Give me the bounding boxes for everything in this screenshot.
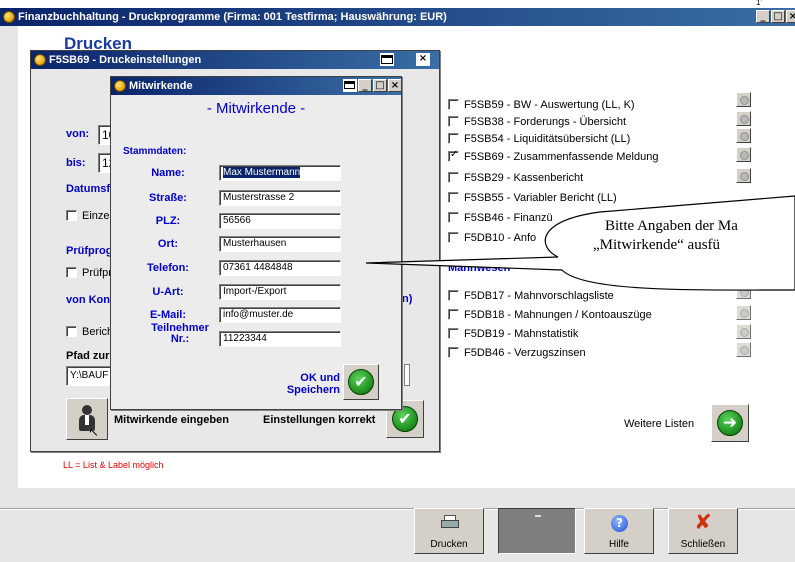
selected-text: Max Mustermann	[223, 167, 301, 178]
settings-dialog-title: F5SB69 - Druckeinstellungen	[49, 54, 202, 66]
settings-close-button[interactable]: ×	[416, 53, 430, 66]
ok-speichern-button[interactable]: ✔	[343, 364, 379, 400]
app-icon	[3, 11, 15, 23]
callout-line-2: „Mitwirkende“ ausfü	[593, 237, 721, 253]
app-icon	[114, 80, 126, 92]
printer-icon	[381, 55, 393, 64]
einzel-label: Einzel	[82, 210, 112, 222]
stammdaten-label: Stammdaten:	[123, 146, 187, 157]
report-item[interactable]: F5SB69 - Zusammenfassende Meldung	[448, 149, 659, 163]
datum-format-label: Datumsf	[66, 183, 111, 195]
field-label: U-Art:	[152, 286, 184, 298]
drucken-button[interactable]: Drucken	[414, 508, 484, 554]
bis-label: bis:	[66, 157, 86, 169]
report-checkbox[interactable]	[448, 116, 459, 127]
von-label: von:	[66, 128, 90, 140]
hilfe-label: Hilfe	[608, 539, 629, 550]
arrow-right-icon: ➜	[717, 410, 743, 436]
von-kon-label: von Kon	[66, 294, 110, 306]
report-checkbox[interactable]	[448, 99, 459, 110]
schliessen-label: Schließen	[680, 539, 726, 550]
field-label: E-Mail:	[149, 309, 187, 321]
field-label: Telefon:	[147, 262, 189, 274]
help-icon: ?	[611, 515, 628, 532]
report-label: F5SB38 - Forderungs - Übersicht	[464, 116, 627, 128]
main-window-title: Finanzbuchhaltung - Druckprogramme (Firm…	[18, 11, 447, 23]
schliessen-button[interactable]: ✘ Schließen	[668, 508, 738, 554]
close-button[interactable]: ×	[786, 10, 795, 23]
callout-bubble	[365, 195, 795, 291]
legend-text: LL = List & Label möglich	[63, 460, 164, 470]
report-settings-button[interactable]	[736, 147, 751, 162]
pfad-label: Pfad zur	[66, 350, 110, 362]
mahn-checkbox[interactable]	[448, 347, 459, 358]
blank-toolbar-button[interactable]	[498, 508, 576, 554]
bericht-checkbox[interactable]	[66, 326, 77, 337]
report-label: F5SB54 - Liquiditätsübersicht (LL)	[464, 133, 631, 145]
settings-dialog-title-bar: F5SB69 - Druckeinstellungen	[31, 51, 439, 69]
mouse-cursor-icon: ↖	[88, 425, 99, 440]
bericht-label: Berich	[82, 326, 114, 338]
field-label: Ort:	[157, 238, 179, 250]
report-item[interactable]: F5SB54 - Liquiditätsübersicht (LL)	[448, 133, 630, 145]
close-icon: ✘	[694, 510, 712, 534]
mitwirkende-title-bar: Mitwirkende _ □ ×	[111, 77, 401, 95]
mitwirkende-heading: - Mitwirkende -	[206, 100, 306, 117]
main-title-bar: Finanzbuchhaltung - Druckprogramme (Firm…	[0, 8, 795, 26]
pruefpr-label: Prüfpr	[82, 267, 112, 279]
report-label: F5SB59 - BW - Auswertung (LL, K)	[464, 99, 635, 111]
mitwirkende-dialog-title: Mitwirkende	[129, 80, 193, 92]
maximize-button[interactable]: □	[771, 10, 785, 23]
einzel-option[interactable]: Einzel	[66, 210, 112, 222]
field-label: Name:	[151, 167, 185, 179]
pfad-input[interactable]: Y:\BAUF	[66, 366, 114, 386]
drucken-label: Drucken	[430, 539, 468, 550]
pruefprog-label: Prüfprog	[66, 245, 113, 257]
callout-text: Bitte Angaben der Ma „Mitwirkende“ ausfü	[593, 217, 738, 255]
mitwirkende-minimize-button[interactable]: _	[358, 79, 372, 92]
checkmark-icon: ✔	[348, 369, 374, 395]
report-item[interactable]: F5SB59 - BW - Auswertung (LL, K)	[448, 99, 635, 111]
settings-print-button[interactable]	[380, 53, 394, 66]
report-label: F5SB69 - Zusammenfassende Meldung	[464, 151, 659, 163]
bericht-option[interactable]: Berich	[66, 326, 113, 338]
mitwirkende-close-button[interactable]: ×	[388, 79, 401, 92]
field-label: Teilnehmer Nr.:	[151, 322, 209, 345]
hilfe-button[interactable]: ? Hilfe	[584, 508, 654, 554]
field-label: PLZ:	[155, 215, 181, 227]
einzel-checkbox[interactable]	[66, 210, 77, 221]
blank-icon	[535, 515, 541, 517]
callout-line-1: Bitte Angaben der Ma	[605, 218, 738, 234]
report-settings-button[interactable]	[736, 111, 751, 126]
printer-icon	[441, 515, 459, 529]
field-input[interactable]: 11223344	[219, 331, 341, 347]
pruefpr-option[interactable]: Prüfpr	[66, 267, 112, 279]
weitere-listen-button[interactable]: ➜	[711, 404, 749, 442]
report-settings-button[interactable]	[736, 128, 751, 143]
mahn-settings-button[interactable]	[736, 342, 751, 357]
report-settings-button[interactable]	[736, 92, 751, 107]
mitwirkende-maximize-button[interactable]: □	[373, 79, 387, 92]
report-checkbox[interactable]	[448, 149, 459, 162]
app-icon	[34, 54, 46, 66]
pruefpr-checkbox[interactable]	[66, 267, 77, 278]
field-input[interactable]: Max Mustermann	[219, 165, 341, 181]
minimize-button[interactable]: _	[756, 10, 770, 23]
printer-icon	[344, 81, 355, 89]
top-right-fragment: 1’	[756, 0, 763, 7]
mitwirkende-eingeben-label: Mitwirkende eingeben	[114, 414, 229, 426]
report-item[interactable]: F5SB38 - Forderungs - Übersicht	[448, 116, 626, 128]
ok-speichern-label: OK und Speichern	[286, 372, 340, 396]
weitere-listen-label: Weitere Listen	[624, 418, 695, 430]
mitwirkende-eingeben-button[interactable]: ↖	[66, 398, 108, 440]
mahn-item[interactable]: F5DB46 - Verzugszinsen	[448, 347, 586, 359]
field-label: Straße:	[149, 192, 187, 204]
einstellungen-korrekt-label: Einstellungen korrekt	[263, 414, 376, 426]
report-checkbox[interactable]	[448, 133, 459, 144]
mahn-label: F5DB46 - Verzugszinsen	[464, 347, 586, 359]
mitwirkende-print-button[interactable]	[343, 79, 357, 92]
pfad-input-right-edge	[404, 364, 410, 386]
